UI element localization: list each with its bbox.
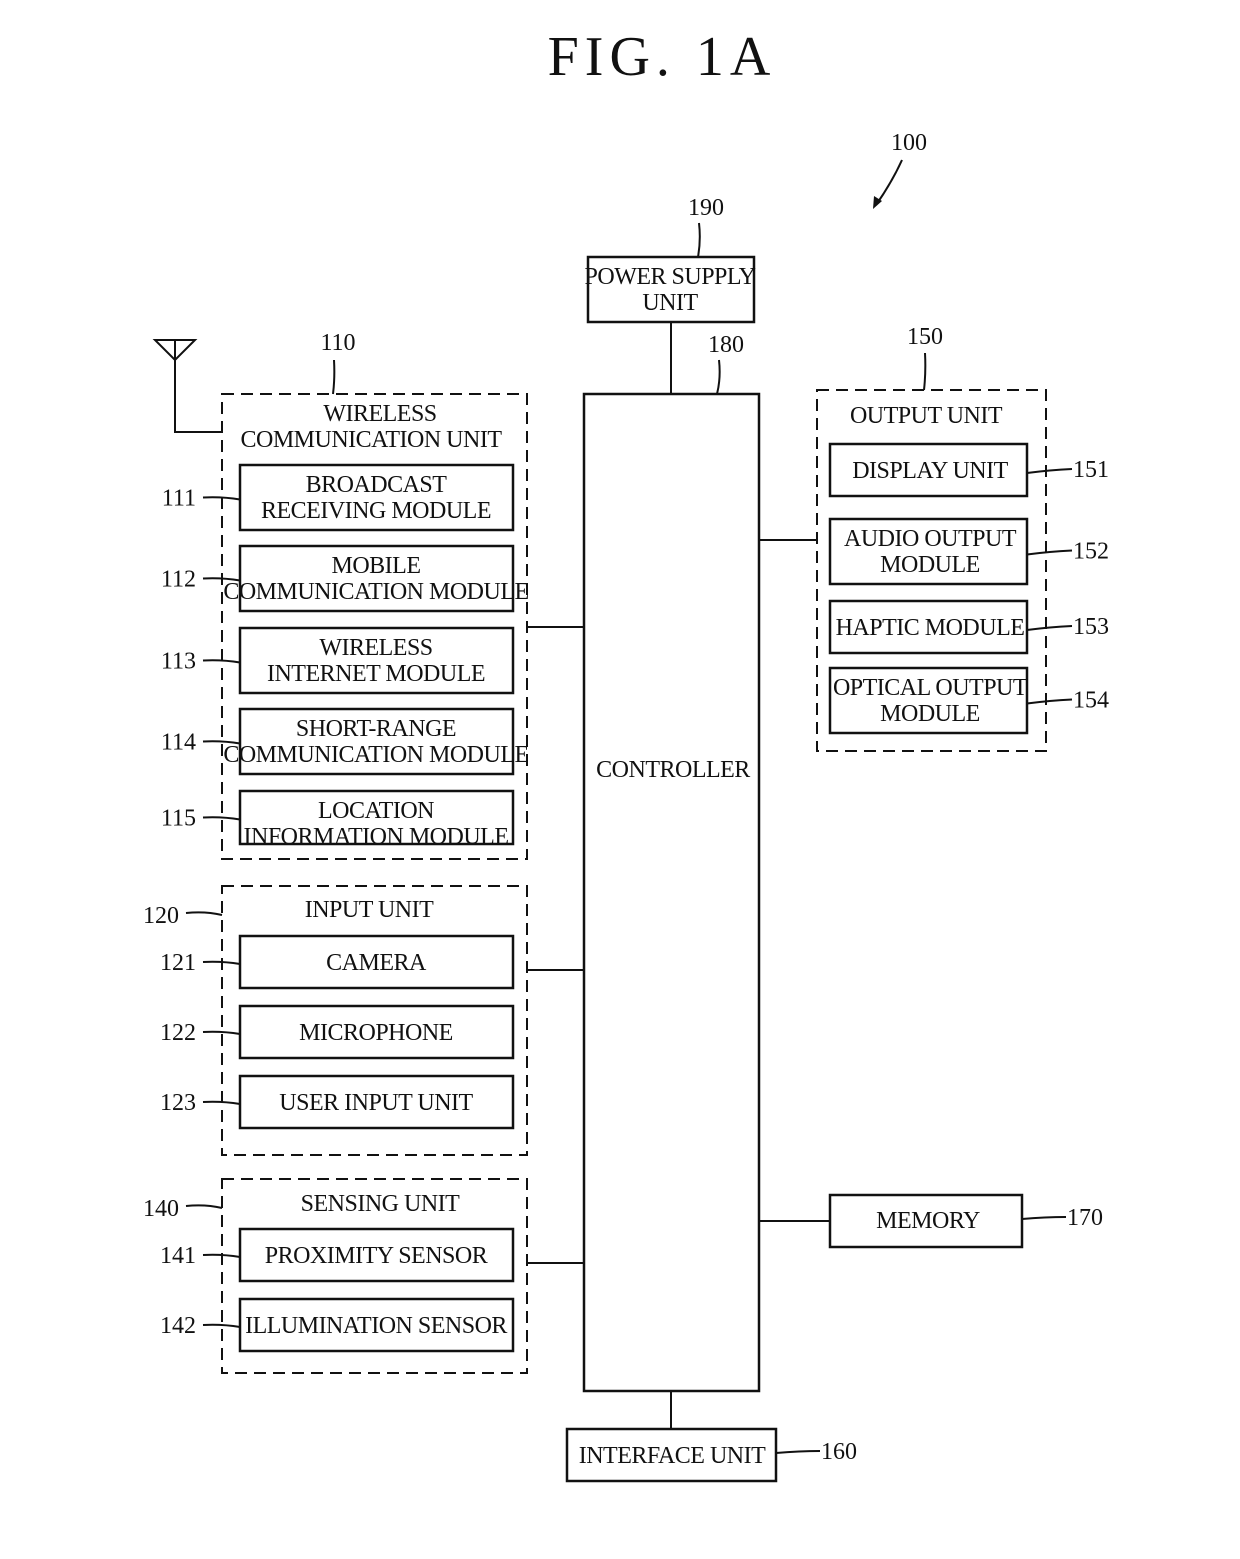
output-module-ref: 152	[1073, 539, 1109, 565]
controller-block[interactable]: CONTROLLER	[582, 392, 761, 1393]
module-ref: 123	[160, 1090, 196, 1116]
power-supply-leader	[697, 222, 701, 258]
output-module-leader	[1026, 625, 1073, 631]
input-unit-leader	[185, 911, 223, 916]
module-label-line: BROADCAST	[306, 472, 448, 498]
module-box[interactable]: LOCATIONINFORMATION MODULE	[238, 789, 515, 850]
module-box[interactable]: PROXIMITY SENSOR	[238, 1227, 515, 1283]
module-label-line: INTERNET MODULE	[267, 661, 485, 687]
module-label-line: WIRELESS	[319, 635, 432, 661]
module-label: MICROPHONE	[299, 1020, 453, 1046]
interface-unit-label: INTERFACE UNIT	[579, 1443, 766, 1469]
memory-label: MEMORY	[876, 1208, 980, 1234]
output-module-box[interactable]: HAPTIC MODULE	[828, 599, 1029, 655]
output-unit-title: OUTPUT UNIT	[850, 403, 1003, 429]
module-ref: 121	[160, 950, 196, 976]
input-unit-ref: 120	[143, 903, 179, 929]
module-label-line: MOBILE	[332, 553, 421, 579]
output-module-box[interactable]: DISPLAY UNIT	[828, 442, 1029, 498]
module-box[interactable]: WIRELESSINTERNET MODULE	[238, 626, 515, 695]
output-module-label: HAPTIC MODULE	[836, 615, 1025, 641]
power-supply-ref: 190	[688, 195, 724, 221]
module-label-line: RECEIVING MODULE	[261, 498, 491, 524]
power-supply-label-line1: POWER SUPPLY	[585, 264, 756, 290]
module-label: ILLUMINATION SENSOR	[245, 1313, 507, 1339]
wireless-unit-ref: 110	[320, 330, 355, 356]
sensing-unit-leader	[185, 1204, 223, 1209]
wireless-unit-title-line2: COMMUNICATION UNIT	[241, 427, 503, 453]
module-box[interactable]: SHORT-RANGECOMMUNICATION MODULE	[223, 707, 529, 776]
module-leader	[202, 816, 241, 821]
module-ref: 111	[162, 486, 196, 512]
module-label-line: INFORMATION MODULE	[244, 824, 509, 850]
output-module-label: DISPLAY UNIT	[852, 458, 1008, 484]
output-module-box[interactable]: OPTICAL OUTPUTMODULE	[828, 666, 1028, 735]
module-ref: 113	[161, 649, 196, 675]
interface-unit-ref: 160	[821, 1439, 857, 1465]
module-leader	[202, 1323, 241, 1328]
controller-label: CONTROLLER	[596, 757, 750, 783]
module-ref: 141	[160, 1243, 196, 1269]
output-unit-ref: 150	[907, 324, 943, 350]
module-box[interactable]: MICROPHONE	[238, 1004, 515, 1060]
figure-title: FIG. 1A	[548, 26, 777, 88]
wireless-unit-leader	[332, 359, 336, 395]
module-ref: 122	[160, 1020, 196, 1046]
wireless-unit-title-line1: WIRELESS	[323, 401, 436, 427]
block-diagram: FIG. 1A 100 190 POWER SUPPLY UNIT 180 CO…	[143, 26, 1109, 1483]
output-module-label: MODULE	[880, 552, 980, 578]
module-ref: 114	[161, 730, 196, 756]
power-supply-unit[interactable]: POWER SUPPLY UNIT	[585, 255, 756, 324]
module-label: PROXIMITY SENSOR	[265, 1243, 488, 1269]
module-label-line: LOCATION	[318, 798, 434, 824]
module-leader	[202, 1030, 241, 1035]
output-module-label: OPTICAL OUTPUT	[833, 675, 1028, 701]
module-ref: 142	[160, 1313, 196, 1339]
memory-leader	[1021, 1216, 1067, 1220]
antenna-icon	[152, 339, 222, 433]
output-module-ref: 153	[1073, 614, 1109, 640]
controller-ref: 180	[708, 332, 744, 358]
module-box[interactable]: USER INPUT UNIT	[238, 1074, 515, 1130]
module-label-line: COMMUNICATION MODULE	[223, 742, 528, 768]
module-label-line: SHORT-RANGE	[296, 716, 456, 742]
controller-leader	[716, 359, 721, 395]
interface-unit-leader	[775, 1450, 821, 1454]
power-supply-label-line2: UNIT	[642, 290, 698, 316]
output-module-label: AUDIO OUTPUT	[844, 526, 1017, 552]
output-module-ref: 151	[1073, 457, 1109, 483]
output-unit-leader	[923, 352, 927, 391]
module-box[interactable]: MOBILECOMMUNICATION MODULE	[223, 544, 529, 613]
module-leader	[202, 659, 241, 664]
device-ref-label: 100	[891, 130, 927, 156]
interface-unit-block[interactable]: INTERFACE UNIT	[565, 1427, 778, 1483]
sensing-unit-title: SENSING UNIT	[301, 1191, 461, 1217]
module-box[interactable]: BROADCASTRECEIVING MODULE	[238, 463, 515, 532]
device-ref-arrow-shaft	[875, 159, 903, 206]
module-ref: 112	[161, 567, 196, 593]
memory-ref: 170	[1067, 1205, 1103, 1231]
memory-block[interactable]: MEMORY	[828, 1193, 1024, 1249]
module-box[interactable]: ILLUMINATION SENSOR	[238, 1297, 515, 1353]
sensing-unit-ref: 140	[143, 1196, 179, 1222]
module-leader	[202, 1100, 241, 1105]
module-label-line: COMMUNICATION MODULE	[223, 579, 528, 605]
output-module-box[interactable]: AUDIO OUTPUTMODULE	[828, 517, 1029, 586]
output-module-leader	[1026, 549, 1073, 556]
module-label: USER INPUT UNIT	[279, 1090, 473, 1116]
module-label: CAMERA	[326, 950, 427, 976]
input-unit-title: INPUT UNIT	[305, 897, 434, 923]
module-box[interactable]: CAMERA	[238, 934, 515, 990]
output-module-label: MODULE	[880, 701, 980, 727]
output-module-leader	[1026, 468, 1073, 474]
output-module-ref: 154	[1073, 688, 1109, 714]
module-ref: 115	[161, 806, 196, 832]
output-module-leader	[1026, 698, 1073, 705]
